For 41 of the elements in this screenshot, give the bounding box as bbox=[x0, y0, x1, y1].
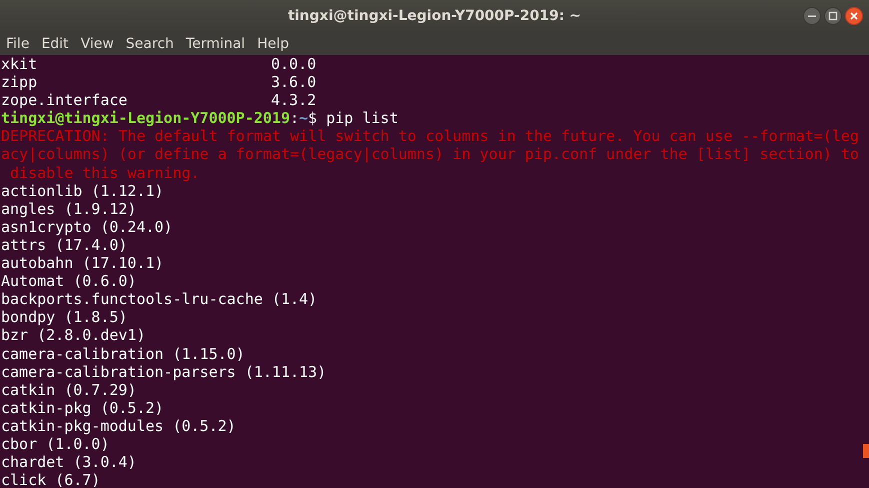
prompt-user: tingxi@tingxi-Legion-Y7000P-2019 bbox=[1, 109, 290, 128]
output-text: chardet (3.0.4) bbox=[1, 453, 136, 472]
output-text: bzr (2.8.0.dev1) bbox=[1, 326, 146, 344]
output-text: Automat (0.6.0) bbox=[1, 272, 136, 290]
output-text: click (6.7) bbox=[1, 471, 100, 488]
output-text: backports.functools-lru-cache (1.4) bbox=[1, 290, 318, 308]
output-text: catkin-pkg-modules (0.5.2) bbox=[1, 416, 236, 435]
output-text: attrs (17.4.0) bbox=[1, 236, 128, 254]
output-text: catkin (0.7.29) bbox=[1, 380, 136, 399]
command-text: $ pip list bbox=[308, 109, 398, 128]
scrollbar-thumb[interactable] bbox=[863, 444, 869, 458]
output-text: actionlib (1.12.1) bbox=[1, 182, 164, 200]
prompt-separator: : bbox=[290, 109, 300, 128]
package-name: zipp bbox=[1, 73, 38, 92]
output-text: cbor (1.0.0) bbox=[1, 434, 110, 453]
output-text: camera-calibration (1.15.0) bbox=[1, 344, 245, 362]
package-version: 3.6.0 bbox=[271, 73, 316, 92]
minimize-icon[interactable] bbox=[803, 7, 821, 25]
output-text: angles (1.9.12) bbox=[1, 200, 136, 218]
package-name: zope.interface bbox=[1, 91, 128, 110]
output-text: bondpy (1.8.5) bbox=[1, 308, 128, 326]
menu-item[interactable]: Terminal bbox=[186, 36, 246, 52]
package-version: 0.0.0 bbox=[271, 55, 316, 73]
warning-text: disable this warning. bbox=[9, 164, 200, 182]
output-text: asn1crypto (0.24.0) bbox=[1, 218, 173, 236]
menu-item[interactable]: View bbox=[80, 36, 114, 52]
menu-item[interactable]: Edit bbox=[41, 36, 69, 52]
menu-item[interactable]: Help bbox=[257, 36, 289, 52]
menu-item[interactable]: File bbox=[6, 36, 30, 52]
maximize-icon[interactable] bbox=[824, 7, 842, 25]
package-name: xkit bbox=[1, 55, 38, 74]
menu-item[interactable]: Search bbox=[126, 36, 174, 52]
prompt-path: ~ bbox=[299, 109, 308, 128]
output-text: autobahn (17.10.1) bbox=[1, 254, 164, 272]
output-text: catkin-pkg (0.5.2) bbox=[1, 398, 164, 417]
warning-text: DEPRECATION: The default format will switch to columns in the future. You can use --format=(leg bbox=[1, 127, 859, 146]
package-version: 4.3.2 bbox=[271, 91, 316, 110]
window-title: tingxi@tingxi-Legion-Y7000P-2019: ~ bbox=[288, 8, 582, 24]
output-text: camera-calibration-parsers (1.11.13) bbox=[1, 362, 326, 381]
warning-text: acy|columns) (or define a format=(legacy|columns) in your pip.conf under the [list] section) to bbox=[1, 145, 859, 164]
close-icon[interactable] bbox=[845, 7, 863, 25]
